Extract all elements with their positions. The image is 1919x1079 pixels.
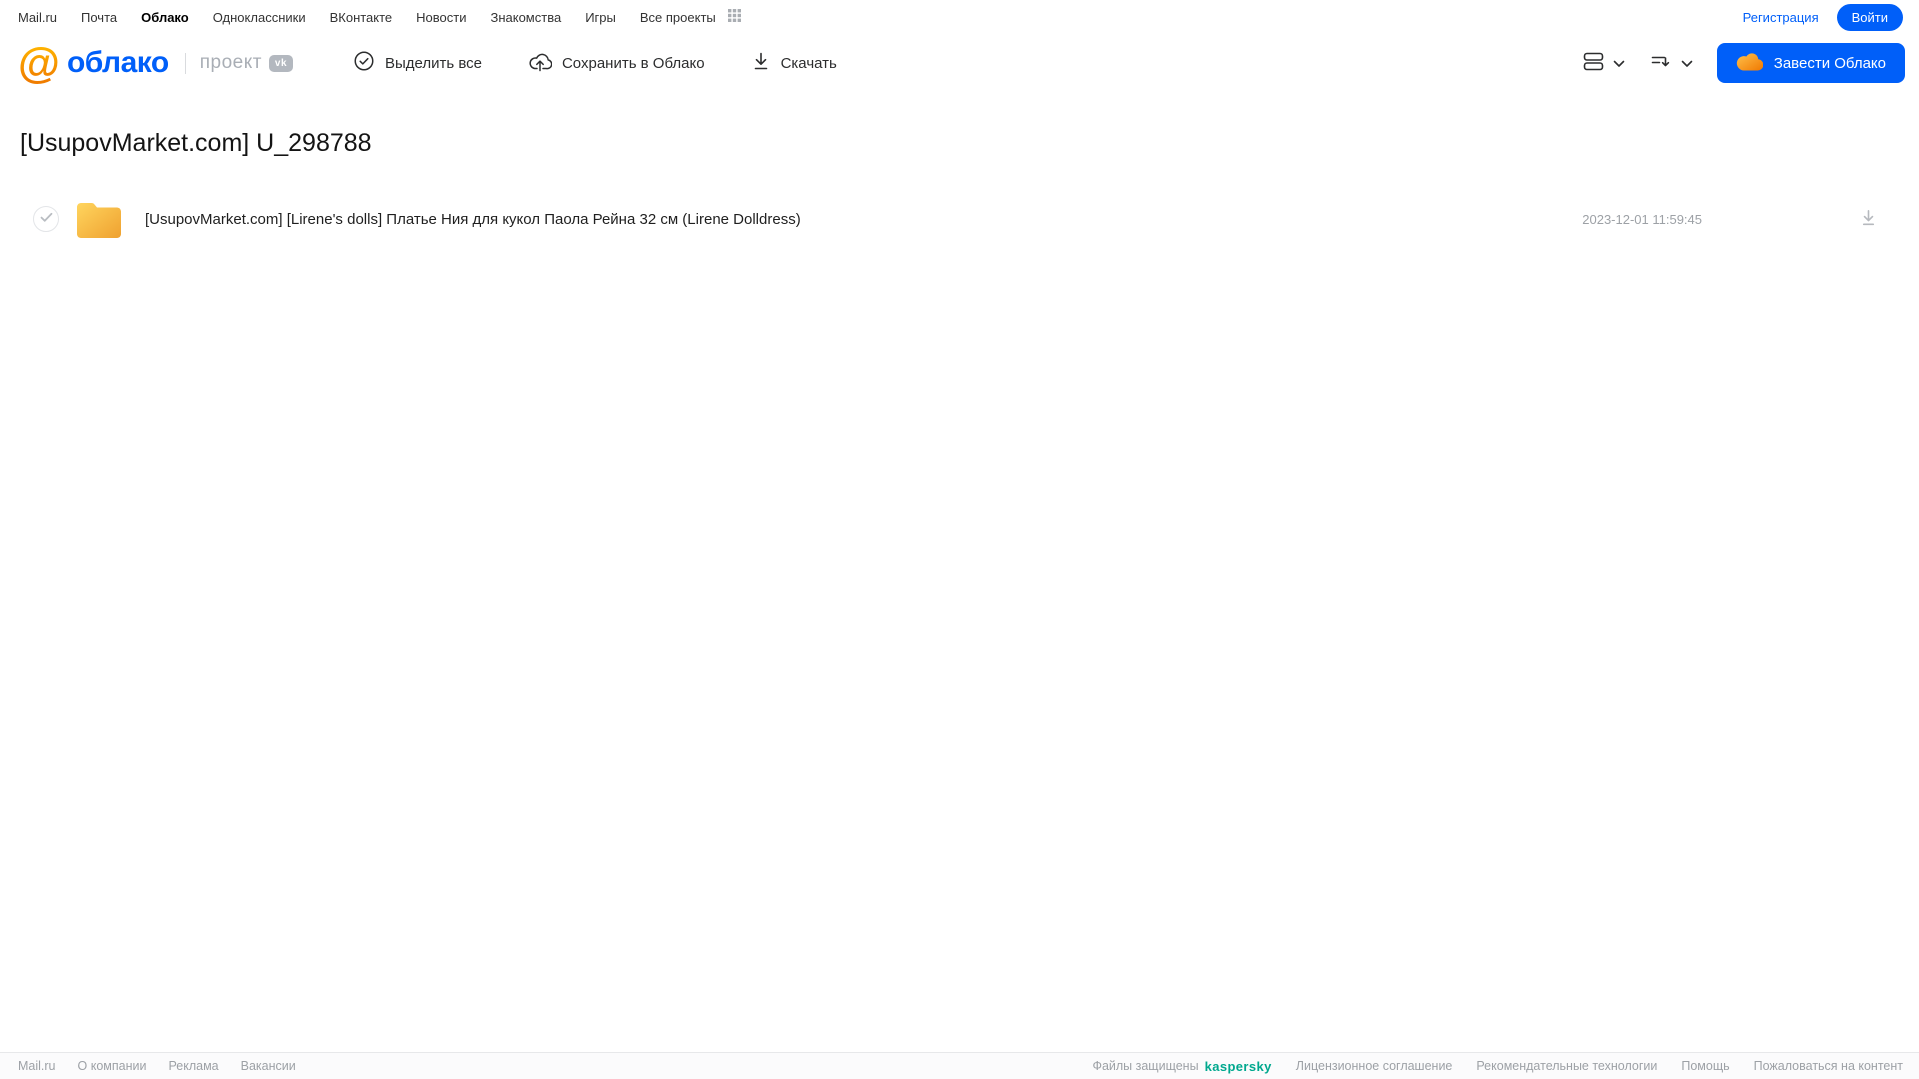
portal-top-bar: Mail.ru Почта Облако Одноклассники ВКонт… — [0, 0, 1919, 34]
portal-nav-item-vkontakte[interactable]: ВКонтакте — [330, 10, 393, 25]
portal-nav-item-igry[interactable]: Игры — [585, 10, 616, 25]
footer-link-about[interactable]: О компании — [78, 1059, 147, 1073]
file-row-checkbox[interactable] — [33, 206, 59, 232]
footer-link-mailru[interactable]: Mail.ru — [18, 1059, 56, 1073]
apps-grid-button[interactable] — [727, 9, 741, 25]
page-title: [UsupovMarket.com] U_298788 — [20, 129, 372, 157]
checkbox-check-icon — [40, 210, 53, 228]
logo-divider — [184, 52, 186, 74]
project-label: проект vk — [200, 52, 293, 74]
file-name-link[interactable]: [UsupovMarket.com] [Lirene's dolls] Плат… — [145, 211, 801, 228]
footer-left-links: Mail.ru О компании Реклама Вакансии — [18, 1059, 296, 1073]
download-button[interactable]: Скачать — [751, 51, 837, 75]
save-to-cloud-button[interactable]: Сохранить в Облако — [528, 51, 705, 76]
chevron-down-icon — [1613, 56, 1625, 71]
download-icon — [1859, 208, 1878, 230]
project-label-text: проект — [199, 52, 262, 73]
view-controls: Завести Облако — [1581, 43, 1905, 83]
portal-nav-item-pochta[interactable]: Почта — [81, 10, 117, 25]
kaspersky-protection: Файлы защищены kaspersky — [1092, 1059, 1271, 1074]
footer-right-links: Файлы защищены kaspersky Лицензионное со… — [1092, 1059, 1903, 1074]
portal-nav-item-vse-proekty[interactable]: Все проекты — [640, 10, 716, 25]
sort-button[interactable] — [1649, 49, 1693, 77]
get-cloud-label: Завести Облако — [1773, 54, 1886, 72]
footer-link-recommendation-tech[interactable]: Рекомендательные технологии — [1476, 1059, 1657, 1073]
file-modified-date: 2023-12-01 11:59:45 — [1582, 211, 1702, 227]
portal-nav-item-oblako[interactable]: Облако — [141, 10, 189, 25]
portal-nav: Mail.ru Почта Облако Одноклассники ВКонт… — [18, 9, 741, 25]
get-cloud-button[interactable]: Завести Облако — [1716, 43, 1905, 83]
view-toggle-button[interactable] — [1581, 49, 1625, 77]
footer-link-ads[interactable]: Реклама — [168, 1059, 218, 1073]
select-all-label: Выделить все — [384, 54, 482, 72]
file-row[interactable]: [UsupovMarket.com] [Lirene's dolls] Плат… — [20, 196, 1899, 242]
portal-nav-item-novosti[interactable]: Новости — [416, 10, 466, 25]
kaspersky-logo[interactable]: kaspersky — [1205, 1059, 1272, 1074]
footer-link-jobs[interactable]: Вакансии — [241, 1059, 296, 1073]
save-to-cloud-icon — [528, 51, 553, 76]
footer-link-help[interactable]: Помощь — [1681, 1059, 1729, 1073]
download-icon — [751, 51, 771, 75]
main-content: [UsupovMarket.com] U_298788 [UsupovMarke… — [0, 92, 1919, 1052]
portal-nav-item-odnoklassniki[interactable]: Одноклассники — [213, 10, 306, 25]
vk-badge-icon: vk — [268, 54, 293, 72]
folder-icon — [77, 201, 121, 238]
cloud-logo[interactable]: @ облако проект vk — [18, 38, 293, 87]
file-toolbar: Выделить все Сохранить в Облако Скачать — [353, 50, 837, 76]
portal-auth: Регистрация Войти — [1743, 3, 1903, 31]
login-button[interactable]: Войти — [1836, 3, 1903, 31]
select-all-icon — [353, 50, 375, 76]
portal-nav-item-znakomstva[interactable]: Знакомства — [490, 10, 561, 25]
download-label: Скачать — [780, 54, 837, 72]
app-header-bar: @ облако проект vk Выделить все Сохранит… — [0, 34, 1919, 92]
kaspersky-protected-text: Файлы защищены — [1092, 1059, 1199, 1073]
select-all-button[interactable]: Выделить все — [353, 50, 482, 76]
footer-link-report-content[interactable]: Пожаловаться на контент — [1754, 1059, 1903, 1073]
at-logo-icon: @ — [18, 38, 60, 87]
logo-wordmark: облако — [66, 46, 169, 79]
view-toggle-icon — [1581, 49, 1606, 77]
chevron-down-icon — [1681, 56, 1693, 71]
sort-icon — [1649, 49, 1674, 77]
page-footer: Mail.ru О компании Реклама Вакансии Файл… — [0, 1052, 1919, 1079]
cloud-icon — [1736, 52, 1764, 75]
footer-link-license[interactable]: Лицензионное соглашение — [1296, 1059, 1453, 1073]
portal-nav-item-mailru[interactable]: Mail.ru — [18, 10, 57, 25]
registration-link[interactable]: Регистрация — [1743, 10, 1819, 25]
file-download-button[interactable] — [1859, 208, 1878, 230]
save-to-cloud-label: Сохранить в Облако — [561, 54, 705, 72]
apps-grid-icon — [727, 9, 741, 25]
